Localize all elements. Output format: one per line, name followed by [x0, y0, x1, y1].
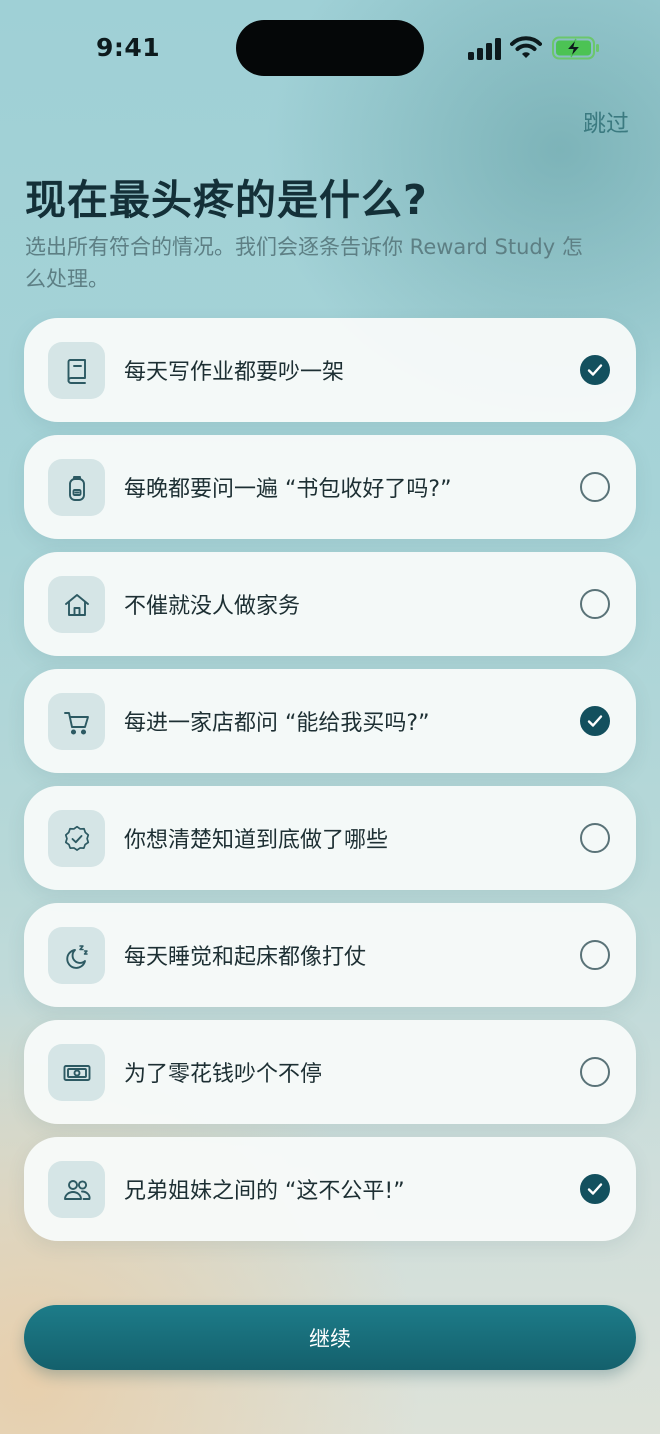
verified-badge-icon [64, 825, 89, 851]
book-icon [67, 358, 86, 384]
checkbox-checked[interactable] [580, 355, 610, 385]
checkbox-unchecked[interactable] [580, 940, 610, 970]
checkbox-unchecked[interactable] [580, 589, 610, 619]
option-homework-fights[interactable]: 每天写作业都要吵一架 [24, 318, 636, 422]
option-label: 兄弟姐妹之间的 “这不公平!” [124, 1179, 405, 1204]
page-subtitle: 选出所有符合的情况。我们会逐条告诉你 Reward Study 怎么处理。 [25, 235, 583, 291]
option-allowance[interactable]: 为了零花钱吵个不停 [24, 1020, 636, 1124]
option-icon-box [48, 459, 105, 516]
checkmark-icon [587, 364, 603, 376]
option-icon-box [48, 693, 105, 750]
option-backpack-reminder[interactable]: 每晚都要问一遍 “书包收好了吗?” [24, 435, 636, 539]
continue-button[interactable]: 继续 [24, 1305, 636, 1370]
status-bar: 9:41 [0, 0, 660, 100]
option-icon-box [48, 927, 105, 984]
money-icon [63, 1064, 90, 1081]
option-icon-box [48, 576, 105, 633]
people-icon [63, 1179, 90, 1200]
option-siblings[interactable]: 兄弟姐妹之间的 “这不公平!” [24, 1137, 636, 1241]
skip-button[interactable]: 跳过 [583, 104, 629, 138]
moon-zzz-icon [65, 944, 88, 969]
cellular-signal-icon [468, 38, 501, 60]
checkbox-unchecked[interactable] [580, 823, 610, 853]
option-label: 每进一家店都问 “能给我买吗?” [124, 711, 430, 736]
option-label: 不催就没人做家务 [124, 594, 301, 619]
options-list: 每天写作业都要吵一架 每晚都要问一遍 “书包收好了吗?” 不催就没人做家务 每进… [24, 318, 636, 1254]
option-chores[interactable]: 不催就没人做家务 [24, 552, 636, 656]
home-icon [64, 593, 89, 616]
option-label: 每晚都要问一遍 “书包收好了吗?” [124, 477, 452, 502]
option-label: 每天睡觉和起床都像打仗 [124, 945, 367, 970]
checkbox-checked[interactable] [580, 706, 610, 736]
cart-icon [63, 711, 89, 735]
checkbox-checked[interactable] [580, 1174, 610, 1204]
battery-charging-icon [552, 36, 599, 60]
checkbox-unchecked[interactable] [580, 472, 610, 502]
option-label: 你想清楚知道到底做了哪些 [124, 828, 389, 853]
option-icon-box [48, 810, 105, 867]
option-icon-box [48, 342, 105, 399]
checkmark-icon [587, 715, 603, 727]
option-icon-box [48, 1044, 105, 1101]
option-label: 为了零花钱吵个不停 [124, 1062, 323, 1087]
wifi-icon [510, 36, 542, 58]
backpack-icon [68, 475, 85, 501]
option-label: 每天写作业都要吵一架 [124, 360, 345, 385]
checkmark-icon [587, 1183, 603, 1195]
option-track-done[interactable]: 你想清楚知道到底做了哪些 [24, 786, 636, 890]
option-bedtime[interactable]: 每天睡觉和起床都像打仗 [24, 903, 636, 1007]
option-store-requests[interactable]: 每进一家店都问 “能给我买吗?” [24, 669, 636, 773]
checkbox-unchecked[interactable] [580, 1057, 610, 1087]
option-icon-box [48, 1161, 105, 1218]
dynamic-island [236, 20, 424, 76]
status-time: 9:41 [96, 33, 161, 62]
page-title: 现在最头疼的是什么? [25, 176, 428, 224]
